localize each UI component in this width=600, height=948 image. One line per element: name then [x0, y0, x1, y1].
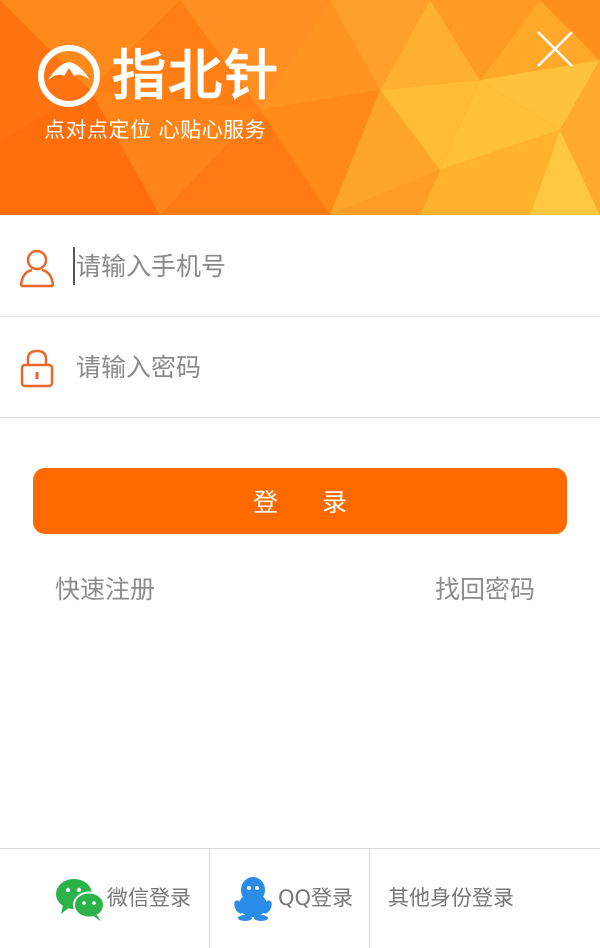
wechat-login-label: 微信登录 — [107, 886, 191, 910]
third-party-login-bar: 微信登录 QQ登录 其他身份登录 — [0, 848, 600, 948]
header-banner: 指北针 点对点定位 心贴心服务 — [0, 0, 600, 215]
password-field — [0, 317, 600, 418]
password-input[interactable] — [72, 343, 576, 391]
other-identity-login-label: 其他身份登录 — [388, 886, 514, 910]
register-link[interactable]: 快速注册 — [55, 570, 155, 610]
qq-login-button[interactable]: QQ登录 — [210, 849, 369, 948]
wechat-login-button[interactable]: 微信登录 — [0, 849, 209, 948]
compass-logo-icon — [38, 45, 100, 107]
phone-input[interactable] — [72, 242, 576, 290]
text-cursor — [73, 247, 75, 285]
qq-penguin-icon — [234, 877, 272, 921]
lock-icon — [20, 349, 54, 388]
user-icon — [19, 249, 55, 288]
wechat-icon — [56, 879, 105, 921]
login-button[interactable]: 登 录 — [33, 468, 567, 534]
phone-field — [0, 216, 600, 317]
close-icon[interactable] — [530, 24, 580, 74]
forgot-password-link[interactable]: 找回密码 — [435, 570, 535, 610]
slogan: 点对点定位 心贴心服务 — [44, 118, 267, 142]
qq-login-label: QQ登录 — [278, 886, 354, 910]
brand-name: 指北针 — [112, 43, 280, 107]
other-identity-login-button[interactable]: 其他身份登录 — [370, 849, 600, 948]
